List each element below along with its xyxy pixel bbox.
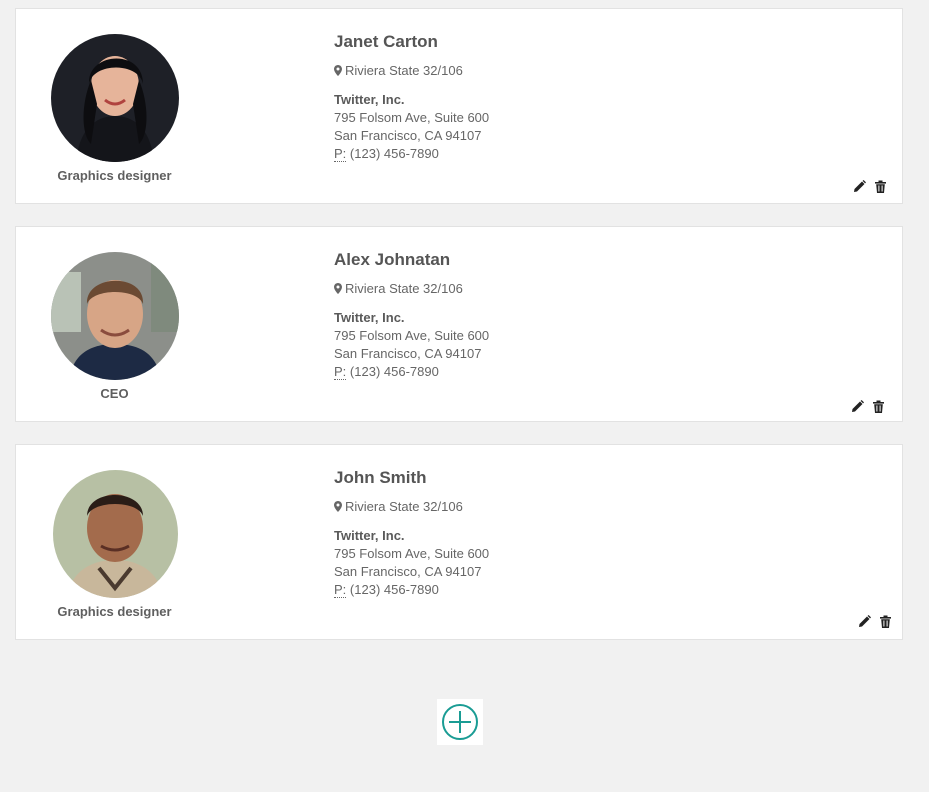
contact-card: CEO Alex Johnatan Riviera State 32/106 T… <box>15 226 903 422</box>
company-name: Twitter, Inc. <box>334 528 405 543</box>
company-name: Twitter, Inc. <box>334 310 405 325</box>
contact-address: Riviera State 32/106 <box>334 63 463 78</box>
company-street: 795 Folsom Ave, Suite 600 <box>334 328 490 343</box>
contact-role: Graphics designer <box>57 604 172 619</box>
phone-number: (123) 456-7890 <box>349 364 439 379</box>
company-block: Twitter, Inc. 795 Folsom Ave, Suite 600 … <box>334 91 489 163</box>
address-text: Riviera State 32/106 <box>345 499 463 514</box>
company-city: San Francisco, CA 94107 <box>334 346 482 361</box>
company-phone: P: (123) 456-7890 <box>334 581 489 599</box>
card-actions <box>858 615 892 628</box>
avatar <box>53 470 178 598</box>
map-marker-icon <box>334 501 342 512</box>
contact-name: Alex Johnatan <box>334 250 451 269</box>
company-phone: P: (123) 456-7890 <box>334 145 489 163</box>
address-text: Riviera State 32/106 <box>345 63 463 78</box>
card-actions <box>853 180 887 193</box>
trash-icon[interactable] <box>872 400 885 413</box>
contact-address: Riviera State 32/106 <box>334 499 463 514</box>
company-street: 795 Folsom Ave, Suite 600 <box>334 546 490 561</box>
pencil-icon[interactable] <box>851 400 864 413</box>
contact-card: Graphics designer John Smith Riviera Sta… <box>15 444 903 640</box>
company-block: Twitter, Inc. 795 Folsom Ave, Suite 600 … <box>334 309 489 381</box>
pencil-icon[interactable] <box>853 180 866 193</box>
company-phone: P: (123) 456-7890 <box>334 363 489 381</box>
company-block: Twitter, Inc. 795 Folsom Ave, Suite 600 … <box>334 527 489 599</box>
map-marker-icon <box>334 283 342 294</box>
avatar <box>51 252 179 380</box>
address-text: Riviera State 32/106 <box>345 281 463 296</box>
trash-icon[interactable] <box>879 615 892 628</box>
contact-role: Graphics designer <box>57 168 172 183</box>
map-marker-icon <box>334 65 342 76</box>
contact-card: Graphics designer Janet Carton Riviera S… <box>15 8 903 204</box>
phone-label: P: <box>334 364 347 380</box>
company-city: San Francisco, CA 94107 <box>334 564 482 579</box>
avatar <box>51 34 179 162</box>
card-actions <box>851 400 885 413</box>
phone-number: (123) 456-7890 <box>349 146 439 161</box>
phone-number: (123) 456-7890 <box>349 582 439 597</box>
phone-label: P: <box>334 582 347 598</box>
company-city: San Francisco, CA 94107 <box>334 128 482 143</box>
plus-circle-icon <box>442 704 478 740</box>
company-street: 795 Folsom Ave, Suite 600 <box>334 110 490 125</box>
contact-name: John Smith <box>334 468 427 487</box>
pencil-icon[interactable] <box>858 615 871 628</box>
company-name: Twitter, Inc. <box>334 92 405 107</box>
trash-icon[interactable] <box>874 180 887 193</box>
add-contact-button[interactable] <box>437 699 483 745</box>
phone-label: P: <box>334 146 347 162</box>
contact-role: CEO <box>100 386 129 401</box>
contact-name: Janet Carton <box>334 32 438 51</box>
contact-address: Riviera State 32/106 <box>334 281 463 296</box>
